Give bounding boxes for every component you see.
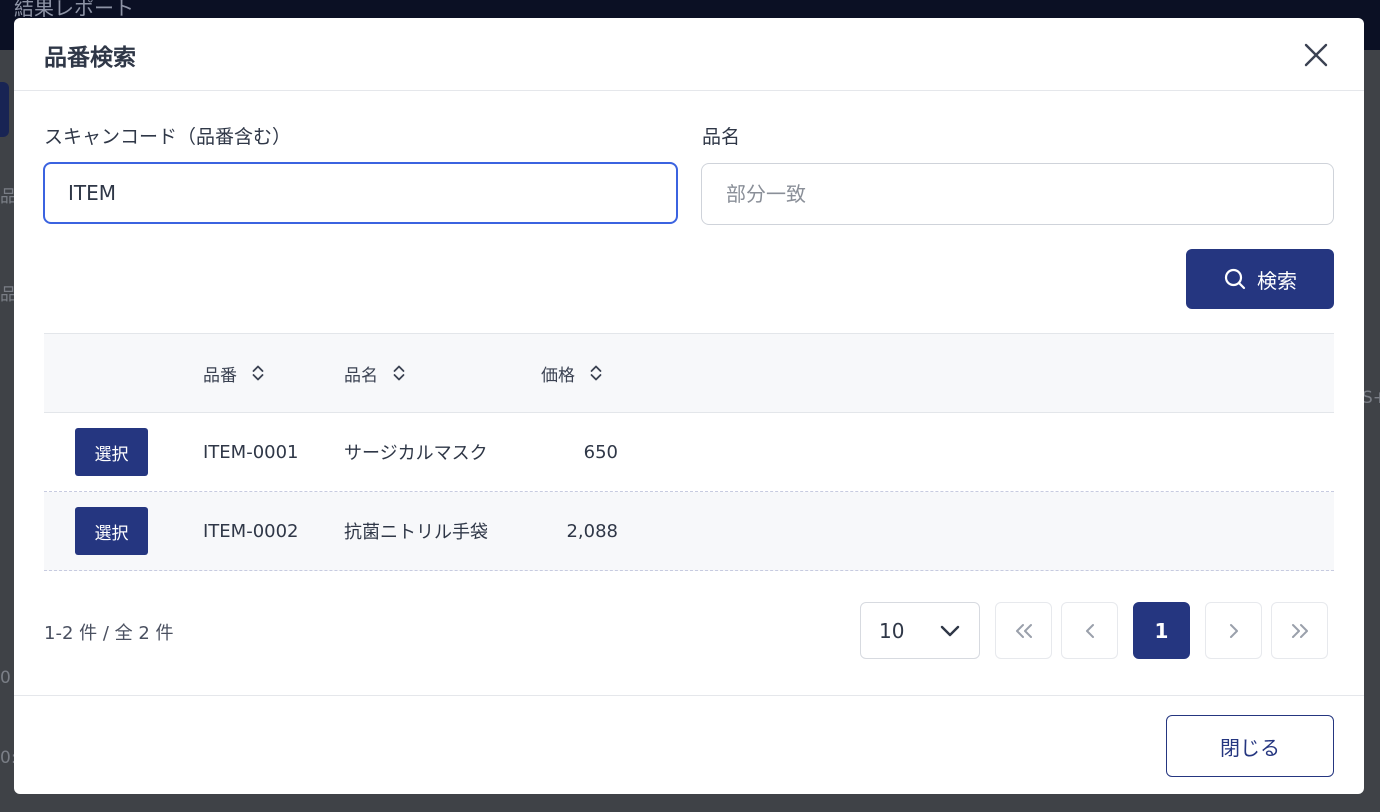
item-code: ITEM-0001 <box>203 441 299 463</box>
page-size-select[interactable]: 10 <box>860 602 980 659</box>
column-header-label: 品番 <box>203 365 237 386</box>
product-name-label: 品名 <box>702 126 741 148</box>
chevron-right-icon <box>1229 623 1238 638</box>
background-fragment: S+ <box>1362 388 1380 408</box>
product-name-input[interactable] <box>701 163 1334 225</box>
item-name: サージカルマスク <box>344 443 488 464</box>
close-icon[interactable] <box>1300 39 1332 71</box>
page-size-value: 10 <box>879 618 905 643</box>
background-fragment: 0 <box>0 668 11 688</box>
double-chevron-right-icon <box>1291 623 1308 638</box>
column-header-name[interactable]: 品名 <box>344 334 406 412</box>
chevron-left-icon <box>1085 623 1094 638</box>
item-name: 抗菌ニトリル手袋 <box>344 522 488 543</box>
first-page-button[interactable] <box>995 602 1052 659</box>
result-count: 1-2 件 / 全 2 件 <box>44 623 174 644</box>
item-search-modal: 品番検索 スキャンコード（品番含む） 品名 検索 品番 品名 価格 <box>14 18 1364 794</box>
results-table: 品番 品名 価格 選択 ITEM-0001 サージカルマスク 650 選択 IT… <box>44 333 1334 571</box>
column-header-label: 価格 <box>541 365 575 386</box>
search-button[interactable]: 検索 <box>1186 249 1334 309</box>
chevron-down-icon <box>940 625 960 636</box>
item-price: 650 <box>583 441 618 463</box>
column-header-code[interactable]: 品番 <box>203 334 265 412</box>
sort-icon <box>252 365 264 381</box>
select-button[interactable]: 選択 <box>75 507 148 555</box>
modal-header: 品番検索 <box>14 18 1364 91</box>
next-page-button[interactable] <box>1205 602 1262 659</box>
page-button-current[interactable]: 1 <box>1133 602 1190 659</box>
sort-icon <box>590 365 602 381</box>
modal-footer: 閉じる <box>14 695 1364 794</box>
last-page-button[interactable] <box>1271 602 1328 659</box>
table-row: 選択 ITEM-0001 サージカルマスク 650 <box>44 413 1334 492</box>
search-icon <box>1224 268 1246 290</box>
column-header-label: 品名 <box>344 365 378 386</box>
background-tab <box>0 82 9 137</box>
sort-icon <box>393 365 405 381</box>
close-button[interactable]: 閉じる <box>1166 715 1334 777</box>
select-button[interactable]: 選択 <box>75 428 148 476</box>
search-button-label: 検索 <box>1257 268 1297 293</box>
item-code: ITEM-0002 <box>203 520 299 542</box>
table-header: 品番 品名 価格 <box>44 333 1334 413</box>
item-price: 2,088 <box>566 520 618 542</box>
double-chevron-left-icon <box>1015 623 1032 638</box>
prev-page-button[interactable] <box>1061 602 1118 659</box>
scan-code-input[interactable] <box>43 162 678 224</box>
modal-title: 品番検索 <box>44 45 136 71</box>
table-row: 選択 ITEM-0002 抗菌ニトリル手袋 2,088 <box>44 492 1334 571</box>
column-header-price[interactable]: 価格 <box>541 334 603 412</box>
scan-code-label: スキャンコード（品番含む） <box>44 126 292 148</box>
